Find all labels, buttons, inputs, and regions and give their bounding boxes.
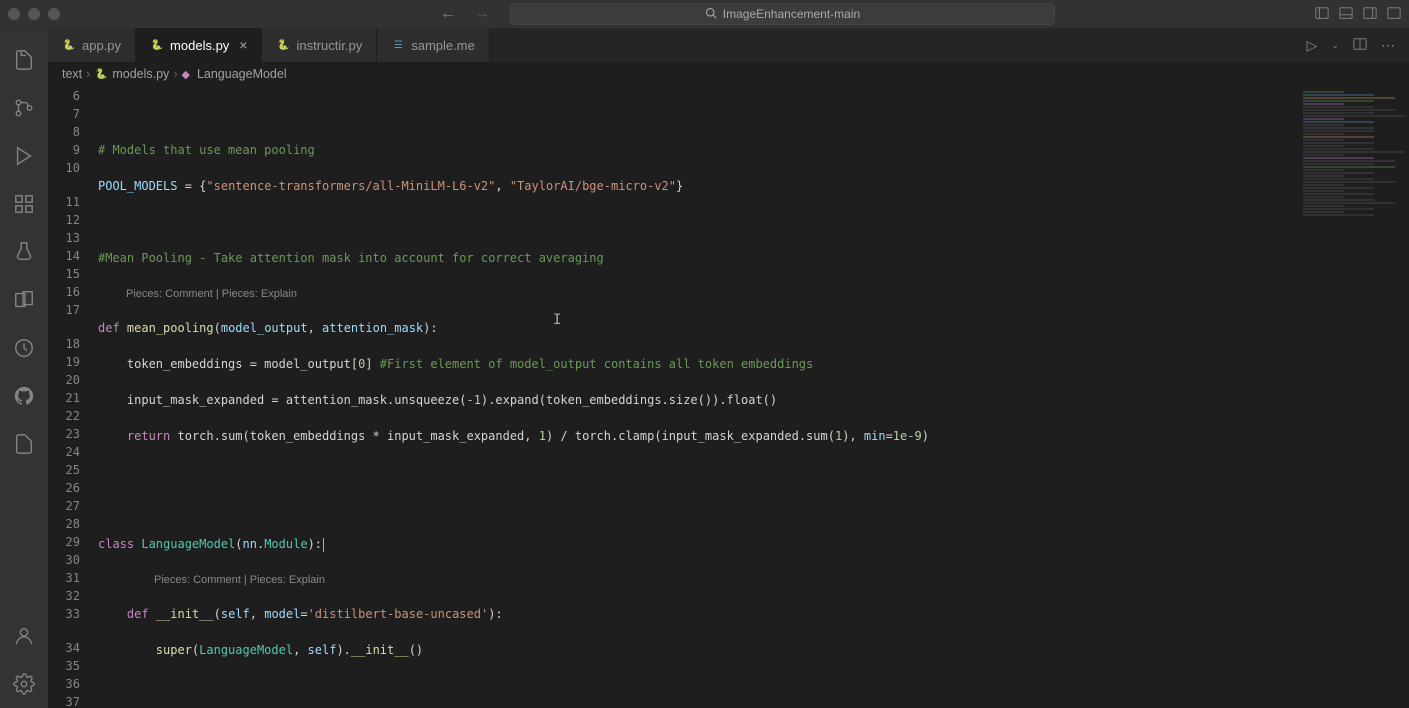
tab-models-py[interactable]: 🐍 models.py ×	[136, 28, 262, 62]
class-symbol-icon: ◆	[181, 68, 189, 81]
explorer-icon[interactable]	[12, 48, 36, 72]
codelens[interactable]: Pieces: Comment | Pieces: Explain	[98, 571, 1299, 587]
maximize-window-button[interactable]	[48, 8, 60, 20]
close-window-button[interactable]	[8, 8, 20, 20]
tab-label: instructir.py	[296, 38, 362, 53]
customize-layout-icon[interactable]	[1387, 6, 1401, 23]
python-icon: 🐍	[276, 38, 290, 52]
extensions-icon[interactable]	[12, 192, 36, 216]
more-actions-icon[interactable]: ⋯	[1381, 37, 1395, 54]
text-cursor-icon: 𝙸	[553, 311, 561, 329]
info-icon: ☰	[391, 38, 405, 52]
tab-instructir-py[interactable]: 🐍 instructir.py	[262, 28, 377, 62]
titlebar: ← → ImageEnhancement-main	[0, 0, 1409, 28]
tab-label: sample.me	[411, 38, 475, 53]
testing-icon[interactable]	[12, 240, 36, 264]
tab-label: models.py	[170, 38, 229, 53]
source-control-icon[interactable]	[12, 96, 36, 120]
tab-sample-me[interactable]: ☰ sample.me	[377, 28, 490, 62]
layout-sidebar-right-icon[interactable]	[1363, 6, 1377, 23]
accounts-icon[interactable]	[12, 624, 36, 648]
layout-sidebar-left-icon[interactable]	[1315, 6, 1329, 23]
layout-panel-icon[interactable]	[1339, 6, 1353, 23]
codelens[interactable]: Pieces: Comment | Pieces: Explain	[98, 285, 1299, 301]
github-icon[interactable]	[12, 384, 36, 408]
close-tab-icon[interactable]: ×	[239, 37, 247, 53]
chevron-right-icon: ›	[173, 67, 177, 81]
breadcrumb-symbol[interactable]: LanguageModel	[197, 67, 287, 81]
nav-back-icon[interactable]: ←	[440, 5, 456, 23]
minimap[interactable]	[1299, 85, 1409, 708]
traffic-lights	[8, 8, 60, 20]
split-editor-icon[interactable]	[1353, 37, 1367, 54]
code-content[interactable]: # Models that use mean pooling POOL_MODE…	[98, 85, 1299, 708]
command-center[interactable]: ImageEnhancement-main	[510, 3, 1055, 25]
breadcrumb-file[interactable]: models.py	[112, 67, 169, 81]
python-icon: 🐍	[62, 38, 76, 52]
timeline-icon[interactable]	[12, 336, 36, 360]
python-icon: 🐍	[94, 67, 108, 81]
activity-bar	[0, 28, 48, 708]
chevron-right-icon: ›	[86, 67, 90, 81]
tab-bar: 🐍 app.py 🐍 models.py × 🐍 instructir.py ☰…	[48, 28, 1409, 63]
tab-app-py[interactable]: 🐍 app.py	[48, 28, 136, 62]
editor-body[interactable]: 6789101112131415161718192021222324252627…	[48, 85, 1409, 708]
breadcrumb-folder[interactable]: text	[62, 67, 82, 81]
command-center-title: ImageEnhancement-main	[723, 7, 860, 21]
run-debug-icon[interactable]	[12, 144, 36, 168]
search-icon	[705, 7, 717, 22]
line-number-gutter: 6789101112131415161718192021222324252627…	[48, 85, 98, 708]
tab-label: app.py	[82, 38, 121, 53]
pieces-icon[interactable]	[12, 432, 36, 456]
nav-arrows: ← →	[440, 5, 490, 23]
minimize-window-button[interactable]	[28, 8, 40, 20]
settings-gear-icon[interactable]	[12, 672, 36, 696]
run-file-icon[interactable]: ▷	[1307, 37, 1318, 54]
breadcrumbs[interactable]: text › 🐍 models.py › ◆ LanguageModel	[48, 63, 1409, 85]
references-icon[interactable]	[12, 288, 36, 312]
run-dropdown-icon[interactable]: ⌄	[1331, 40, 1339, 51]
nav-forward-icon[interactable]: →	[474, 5, 490, 23]
python-icon: 🐍	[150, 38, 164, 52]
